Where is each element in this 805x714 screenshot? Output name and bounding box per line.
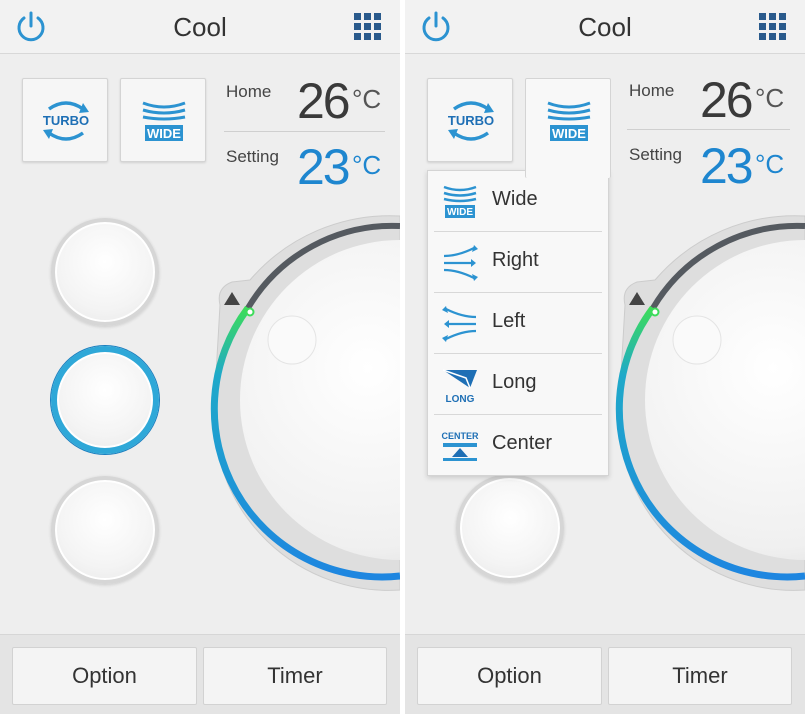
long-icon-text: LONG xyxy=(446,394,475,404)
wide-icon: WIDE xyxy=(547,101,591,141)
screen-main: Cool TURBO WIDE Home 26 °C Setting 23 °C xyxy=(0,0,400,714)
fan-speed-low-button[interactable] xyxy=(51,476,159,584)
setting-temp-label: Setting xyxy=(226,147,279,166)
airflow-option-label: Wide xyxy=(492,188,538,210)
timer-button[interactable]: Timer xyxy=(203,647,387,705)
home-temp-label: Home xyxy=(226,82,272,101)
center-icon-text: CENTER xyxy=(441,431,479,441)
option-button[interactable]: Option xyxy=(417,647,602,705)
page-title: Cool xyxy=(173,12,227,42)
turbo-label: TURBO xyxy=(448,113,494,128)
dial-indicator-dot xyxy=(245,307,255,317)
home-temp-value: 26 xyxy=(297,73,351,129)
temp-divider xyxy=(627,129,790,130)
center-airflow-icon: CENTER xyxy=(441,431,479,461)
wide-icon: WIDE xyxy=(142,101,186,141)
airflow-dropdown-menu: WIDE Wide Right Left LONG Long CENTER Ce… xyxy=(427,170,609,476)
wide-label: WIDE xyxy=(552,126,586,141)
wide-button[interactable]: WIDE xyxy=(525,78,611,178)
option-button[interactable]: Option xyxy=(12,647,197,705)
bottom-bar: Option Timer xyxy=(405,634,805,714)
wide-airflow-icon: WIDE xyxy=(443,185,477,218)
fan-speed-low-button[interactable] xyxy=(456,474,564,582)
wide-label: WIDE xyxy=(147,126,181,141)
turbo-button[interactable]: TURBO xyxy=(427,78,513,162)
airflow-option-left[interactable]: Left xyxy=(434,293,602,354)
setting-temp-value: 23 xyxy=(297,139,351,195)
temperature-dial[interactable] xyxy=(210,210,400,600)
right-airflow-icon xyxy=(443,245,478,281)
setting-temp-unit: °C xyxy=(755,149,785,179)
wide-button[interactable]: WIDE xyxy=(120,78,206,162)
fan-speed-high-button[interactable] xyxy=(51,218,159,326)
grid-menu-icon[interactable] xyxy=(759,13,787,41)
setting-temp-unit: °C xyxy=(352,150,382,180)
setting-temp-value: 23 xyxy=(700,138,754,194)
timer-button[interactable]: Timer xyxy=(608,647,792,705)
home-temp-unit: °C xyxy=(352,84,382,114)
airflow-option-label: Center xyxy=(492,432,553,454)
turbo-icon: TURBO xyxy=(448,101,494,141)
home-temp-label: Home xyxy=(629,81,675,100)
turbo-label: TURBO xyxy=(43,113,89,128)
fan-speed-mid-button[interactable] xyxy=(51,346,159,454)
home-temp-unit: °C xyxy=(755,83,785,113)
airflow-option-long[interactable]: LONG Long xyxy=(434,354,602,415)
top-bar: Cool xyxy=(0,0,400,54)
setting-temp-label: Setting xyxy=(629,145,682,164)
airflow-option-wide[interactable]: WIDE Wide xyxy=(434,171,602,232)
airflow-option-center[interactable]: CENTER Center xyxy=(434,415,602,476)
bottom-bar: Option Timer xyxy=(0,634,400,714)
temp-divider xyxy=(224,131,385,132)
airflow-option-label: Long xyxy=(492,371,537,393)
screen-airflow-menu: Cool TURBO WIDE Home 26 °C Setting 23 °C xyxy=(405,0,805,714)
home-temp-value: 26 xyxy=(700,72,754,128)
turbo-button[interactable]: TURBO xyxy=(22,78,108,162)
page-title: Cool xyxy=(578,12,632,42)
airflow-option-right[interactable]: Right xyxy=(434,232,602,293)
left-airflow-icon xyxy=(442,306,477,342)
temperature-dial[interactable] xyxy=(615,210,805,600)
top-bar: Cool xyxy=(405,0,805,54)
wide-icon-text: WIDE xyxy=(447,207,473,218)
grid-menu-icon[interactable] xyxy=(354,13,382,41)
airflow-option-label: Right xyxy=(492,249,539,271)
long-airflow-icon: LONG xyxy=(442,369,477,404)
dial-indicator-dot xyxy=(650,307,660,317)
airflow-option-label: Left xyxy=(492,310,526,332)
turbo-icon: TURBO xyxy=(43,101,89,141)
